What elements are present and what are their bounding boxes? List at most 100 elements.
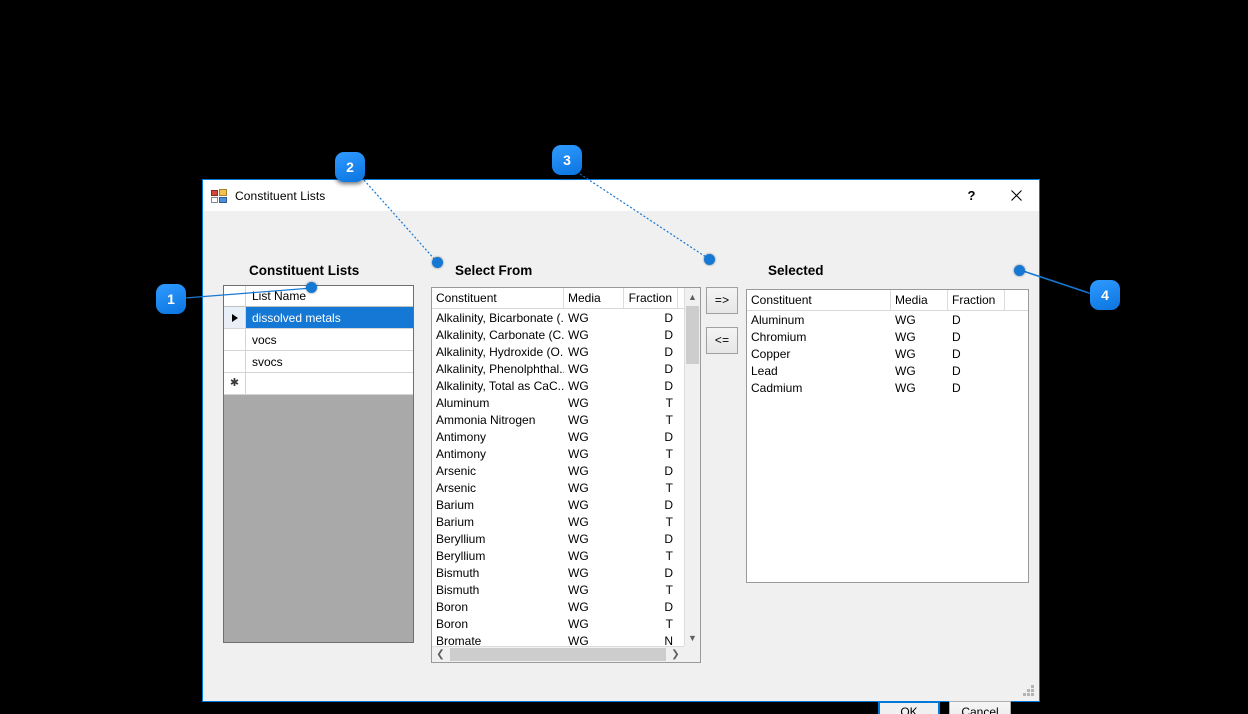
help-button[interactable]: ? (949, 180, 994, 211)
fraction-cell: D (624, 360, 678, 377)
table-row[interactable]: vocs (224, 329, 413, 351)
constituent-lists-dialog: Constituent Lists ? Constituent Lists Li… (202, 179, 1040, 702)
constituent-cell: Arsenic (432, 479, 564, 496)
list-item[interactable]: BariumWGD (432, 496, 700, 513)
remove-from-selected-button[interactable]: <= (706, 327, 738, 354)
fraction-cell: T (624, 615, 678, 632)
scroll-up-icon[interactable]: ▲ (685, 288, 700, 305)
column-media[interactable]: Media (891, 290, 948, 310)
list-item[interactable]: BismuthWGD (432, 564, 700, 581)
table-row[interactable]: svocs (224, 351, 413, 373)
select-from-horizontal-scrollbar[interactable]: ❮ ❯ (432, 646, 684, 662)
list-item[interactable]: ArsenicWGT (432, 479, 700, 496)
constituent-cell: Alkalinity, Bicarbonate (... (432, 309, 564, 326)
media-cell: WG (564, 394, 624, 411)
list-item[interactable]: Ammonia NitrogenWGT (432, 411, 700, 428)
column-constituent[interactable]: Constituent (747, 290, 891, 310)
column-constituent[interactable]: Constituent (432, 288, 564, 308)
select-from-list[interactable]: Constituent Media Fraction Alkalinity, B… (431, 287, 701, 663)
fraction-cell: D (624, 326, 678, 343)
media-cell: WG (564, 615, 624, 632)
constituent-cell: Barium (432, 496, 564, 513)
list-item[interactable]: Alkalinity, Phenolphthal...WGD (432, 360, 700, 377)
list-item[interactable]: AntimonyWGD (432, 428, 700, 445)
list-name-cell[interactable] (246, 373, 413, 394)
table-row[interactable]: dissolved metals (224, 307, 413, 329)
media-cell: WG (891, 311, 948, 328)
constituent-cell: Antimony (432, 428, 564, 445)
list-item[interactable]: ArsenicWGD (432, 462, 700, 479)
constituent-cell: Cadmium (747, 379, 891, 396)
media-cell: WG (564, 326, 624, 343)
select-from-caption: Select From (455, 263, 532, 278)
media-cell: WG (564, 581, 624, 598)
close-icon[interactable] (994, 180, 1039, 211)
list-item[interactable]: BoronWGD (432, 598, 700, 615)
list-name-cell[interactable]: dissolved metals (246, 307, 413, 328)
cancel-button[interactable]: Cancel (949, 701, 1011, 714)
column-fraction[interactable]: Fraction (948, 290, 1005, 310)
ok-button[interactable]: OK (878, 701, 940, 714)
new-row[interactable]: ✱ (224, 373, 413, 395)
resize-grip[interactable] (1023, 685, 1035, 697)
row-selector (224, 351, 246, 372)
constituent-cell: Aluminum (432, 394, 564, 411)
list-item[interactable]: ChromiumWGD (747, 328, 1028, 345)
list-item[interactable]: BismuthWGT (432, 581, 700, 598)
list-item[interactable]: BariumWGT (432, 513, 700, 530)
constituent-cell: Arsenic (432, 462, 564, 479)
column-empty[interactable] (1005, 290, 1023, 310)
list-item[interactable]: Alkalinity, Carbonate (C...WGD (432, 326, 700, 343)
fraction-cell: T (624, 581, 678, 598)
list-item[interactable]: AluminumWGT (432, 394, 700, 411)
media-cell: WG (891, 345, 948, 362)
scroll-right-icon[interactable]: ❯ (667, 647, 684, 662)
horizontal-scroll-thumb[interactable] (450, 648, 666, 661)
constituent-cell: Boron (432, 598, 564, 615)
constituent-lists-grid[interactable]: List Name dissolved metals vocs svocs ✱ (223, 285, 414, 643)
constituent-cell: Copper (747, 345, 891, 362)
list-item[interactable]: LeadWGD (747, 362, 1028, 379)
constituent-cell: Antimony (432, 445, 564, 462)
column-fraction[interactable]: Fraction (624, 288, 678, 308)
media-cell: WG (891, 328, 948, 345)
list-item[interactable]: Alkalinity, Bicarbonate (...WGD (432, 309, 700, 326)
row-selector (224, 329, 246, 350)
row-selector-arrow-icon (224, 307, 246, 328)
list-name-cell[interactable]: svocs (246, 351, 413, 372)
media-cell: WG (564, 377, 624, 394)
constituent-cell: Chromium (747, 328, 891, 345)
fraction-cell: D (624, 309, 678, 326)
list-item[interactable]: Alkalinity, Total as CaC...WGD (432, 377, 700, 394)
grid-header-row: List Name (224, 286, 413, 307)
fraction-cell: D (624, 462, 678, 479)
list-item[interactable]: CadmiumWGD (747, 379, 1028, 396)
list-name-cell[interactable]: vocs (246, 329, 413, 350)
media-cell: WG (564, 513, 624, 530)
media-cell: WG (564, 360, 624, 377)
scroll-down-icon[interactable]: ▼ (685, 629, 700, 646)
list-item[interactable]: BerylliumWGT (432, 547, 700, 564)
callout-badge-3: 3 (552, 145, 582, 175)
fraction-cell: T (624, 411, 678, 428)
scroll-left-icon[interactable]: ❮ (432, 647, 449, 662)
list-item[interactable]: BoronWGT (432, 615, 700, 632)
constituent-cell: Alkalinity, Total as CaC... (432, 377, 564, 394)
list-item[interactable]: AluminumWGD (747, 311, 1028, 328)
list-item[interactable]: BerylliumWGD (432, 530, 700, 547)
list-item[interactable]: CopperWGD (747, 345, 1028, 362)
fraction-cell: D (624, 343, 678, 360)
media-cell: WG (564, 462, 624, 479)
constituent-cell: Bismuth (432, 564, 564, 581)
selected-list[interactable]: Constituent Media Fraction AluminumWGDCh… (746, 289, 1029, 583)
select-from-vertical-scrollbar[interactable]: ▲ ▼ (684, 288, 700, 646)
column-media[interactable]: Media (564, 288, 624, 308)
fraction-cell: D (624, 564, 678, 581)
vertical-scroll-thumb[interactable] (686, 306, 699, 364)
selected-header: Constituent Media Fraction (747, 290, 1028, 311)
add-to-selected-button[interactable]: => (706, 287, 738, 314)
list-item[interactable]: AntimonyWGT (432, 445, 700, 462)
fraction-cell: T (624, 513, 678, 530)
select-from-header: Constituent Media Fraction (432, 288, 700, 309)
list-item[interactable]: Alkalinity, Hydroxide (O...WGD (432, 343, 700, 360)
